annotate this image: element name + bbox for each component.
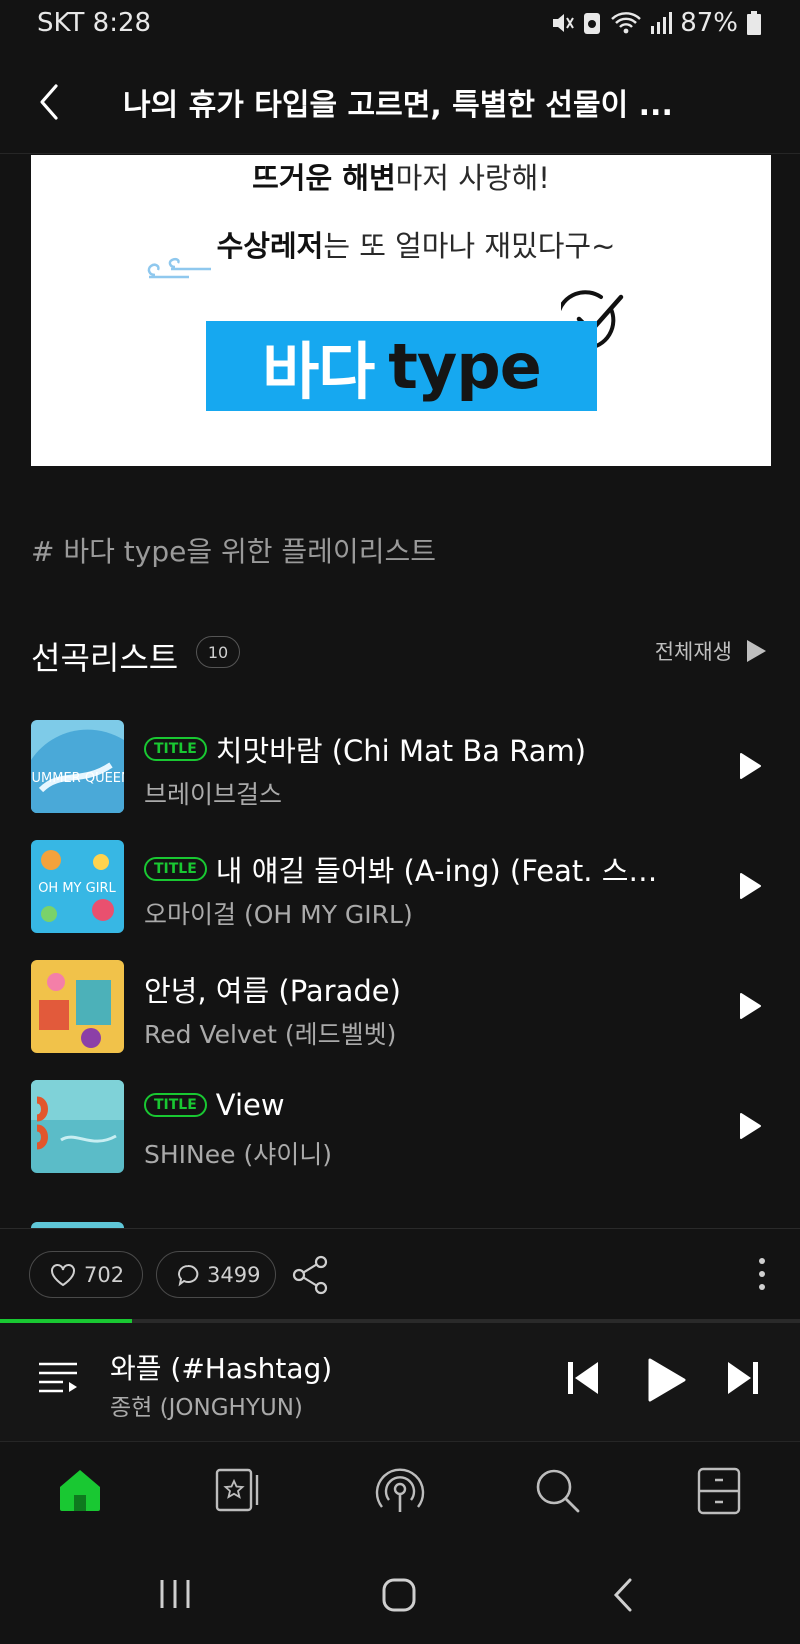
play-icon[interactable] bbox=[738, 1111, 762, 1141]
title-badge: TITLE bbox=[144, 857, 207, 881]
play-icon[interactable] bbox=[738, 991, 762, 1021]
svg-text:OH MY GIRL: OH MY GIRL bbox=[38, 881, 116, 896]
album-cover: SUMMER QUEEN bbox=[31, 720, 124, 813]
track-artist: 오마이걸 (OH MY GIRL) bbox=[144, 900, 413, 929]
album-cover bbox=[31, 1080, 124, 1173]
status-icons: 87% bbox=[550, 8, 762, 38]
banner-type-label: 바다 type bbox=[206, 321, 597, 411]
title-badge: TITLE bbox=[144, 737, 207, 761]
track-row[interactable]: SUMMER QUEEN TITLE 치맛바람 (Chi Mat Ba Ram)… bbox=[0, 720, 800, 814]
comment-button[interactable]: 3499 bbox=[156, 1251, 276, 1298]
nav-home[interactable] bbox=[56, 1467, 104, 1517]
mini-player[interactable]: 와플 (#Hashtag) 종현 (JONGHYUN) bbox=[0, 1323, 800, 1442]
signal-icon bbox=[651, 12, 673, 34]
svg-text:SUMMER QUEEN: SUMMER QUEEN bbox=[31, 771, 124, 786]
recent-apps-icon[interactable] bbox=[158, 1577, 192, 1611]
battery-icon bbox=[747, 11, 761, 35]
play-icon[interactable] bbox=[645, 1357, 687, 1403]
nav-podcast[interactable] bbox=[373, 1467, 427, 1521]
track-count-badge: 10 bbox=[196, 636, 240, 668]
nav-search[interactable] bbox=[534, 1467, 582, 1519]
nav-library[interactable] bbox=[697, 1467, 741, 1519]
home-icon bbox=[60, 1470, 100, 1511]
track-title: 내 얘길 들어봐 (A-ing) (Feat. 스컬&... bbox=[215, 854, 684, 888]
back-button[interactable] bbox=[30, 80, 70, 124]
playlist-queue-icon[interactable] bbox=[37, 1360, 79, 1396]
banner-line-2: 수상레저는 또 얼마나 재밌다구~ bbox=[216, 229, 616, 263]
playlist-title: 선곡리스트 bbox=[31, 639, 179, 677]
play-all-label: 전체재생 bbox=[654, 640, 732, 664]
album-cover: OH MY GIRL bbox=[31, 840, 124, 933]
nav-my-music[interactable] bbox=[214, 1467, 264, 1517]
social-bar: 702 3499 bbox=[0, 1228, 800, 1320]
podcast-icon bbox=[375, 1468, 425, 1512]
library-icon bbox=[697, 1467, 741, 1515]
track-row[interactable]: OH MY GIRL TITLE 내 얘길 들어봐 (A-ing) (Feat.… bbox=[0, 840, 800, 934]
skip-next-icon[interactable] bbox=[726, 1360, 760, 1396]
system-nav-bar bbox=[0, 1553, 800, 1644]
my-music-icon bbox=[215, 1468, 259, 1512]
search-icon bbox=[536, 1469, 580, 1513]
mute-icon bbox=[553, 14, 575, 32]
carrier-time: SKT 8:28 bbox=[37, 8, 152, 38]
more-vertical-icon[interactable] bbox=[756, 1255, 768, 1293]
track-artist: Red Velvet (레드벨벳) bbox=[144, 1020, 397, 1049]
status-bar: SKT 8:28 87% bbox=[0, 0, 800, 50]
now-playing-artist: 종현 (JONGHYUN) bbox=[110, 1395, 303, 1421]
track-artist: 브레이브걸스 bbox=[144, 780, 283, 809]
track-title: 안녕, 여름 (Parade) bbox=[144, 974, 401, 1008]
share-icon[interactable] bbox=[291, 1254, 331, 1296]
battery-percent: 87% bbox=[680, 8, 738, 38]
track-list: SUMMER QUEEN TITLE 치맛바람 (Chi Mat Ba Ram)… bbox=[0, 720, 800, 1226]
title-badge: TITLE bbox=[144, 1093, 207, 1117]
play-all-button[interactable]: 전체재생 bbox=[655, 636, 768, 666]
comment-icon bbox=[178, 1264, 199, 1286]
track-title: View bbox=[215, 1088, 285, 1122]
play-icon[interactable] bbox=[738, 871, 762, 901]
playlist-hashtag: # 바다 type을 위한 플레이리스트 bbox=[31, 535, 436, 568]
heart-icon bbox=[51, 1263, 75, 1286]
page-title: 나의 휴가 타입을 고르면, 특별한 선물이 ... bbox=[123, 88, 673, 123]
like-count: 702 bbox=[84, 1262, 125, 1287]
track-artist: SHINee (샤이니) bbox=[144, 1140, 332, 1169]
track-row[interactable]: TITLE View SHINee (샤이니) bbox=[0, 1080, 800, 1174]
wifi-icon bbox=[611, 12, 642, 34]
play-icon[interactable] bbox=[738, 751, 762, 781]
comment-count: 3499 bbox=[207, 1262, 261, 1287]
track-title: 치맛바람 (Chi Mat Ba Ram) bbox=[215, 734, 587, 768]
now-playing-title: 와플 (#Hashtag) bbox=[110, 1352, 333, 1385]
battery-saver-icon bbox=[584, 13, 601, 34]
system-back-icon[interactable] bbox=[610, 1577, 636, 1613]
header: 나의 휴가 타입을 고르면, 특별한 선물이 ... bbox=[0, 50, 800, 154]
album-cover bbox=[31, 960, 124, 1053]
track-row[interactable]: 안녕, 여름 (Parade) Red Velvet (레드벨벳) bbox=[0, 960, 800, 1054]
banner-line-1: 뜨거운 해변마저 사랑해! bbox=[252, 161, 550, 195]
chevron-left-icon bbox=[40, 84, 58, 120]
bottom-nav bbox=[0, 1443, 800, 1553]
event-banner: 뜨거운 해변마저 사랑해! 수상레저는 또 얼마나 재밌다구~ 바다 type bbox=[31, 155, 771, 466]
like-button[interactable]: 702 bbox=[29, 1251, 143, 1298]
home-button-icon[interactable] bbox=[381, 1577, 417, 1613]
play-icon bbox=[747, 640, 766, 662]
skip-previous-icon[interactable] bbox=[566, 1360, 600, 1396]
